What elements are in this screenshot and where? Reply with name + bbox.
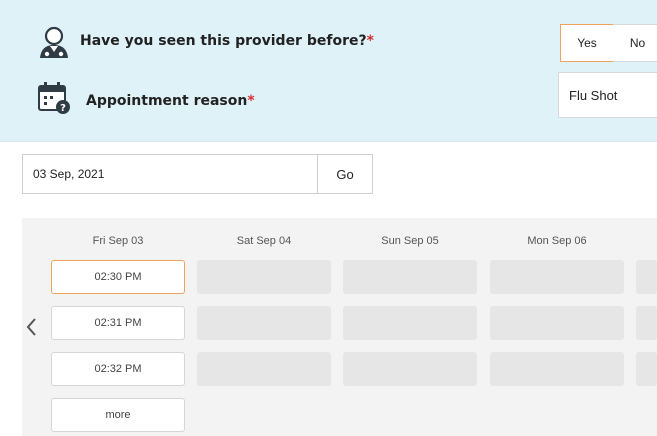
calendar-question-icon: ? — [36, 80, 72, 116]
time-slot-button[interactable]: 02:32 PM — [51, 352, 185, 386]
empty-slot — [636, 306, 657, 340]
yes-button[interactable]: Yes — [560, 24, 614, 62]
empty-slot — [343, 352, 477, 386]
appointment-reason-question: Appointment reason* — [86, 93, 255, 109]
seen-provider-question: Have you seen this provider before?* — [80, 33, 374, 49]
empty-slot — [490, 260, 624, 294]
required-mark: * — [247, 93, 255, 109]
empty-slot — [197, 306, 331, 340]
go-button[interactable]: Go — [317, 154, 373, 194]
appointment-reason-label: Appointment reason — [86, 93, 248, 109]
empty-slot — [636, 260, 657, 294]
date-input[interactable]: 03 Sep, 2021 — [22, 154, 318, 194]
day-header: Fri Sep 03 — [92, 235, 144, 247]
empty-slot — [343, 260, 477, 294]
empty-slot — [197, 352, 331, 386]
empty-slot — [636, 352, 657, 386]
empty-slot — [197, 260, 331, 294]
seen-provider-label: Have you seen this provider before? — [80, 33, 367, 49]
doctor-icon — [36, 24, 72, 60]
empty-slot — [343, 306, 477, 340]
svg-text:?: ? — [60, 103, 66, 114]
day-header: Sun Sep 05 — [381, 235, 439, 247]
more-button[interactable]: more — [51, 398, 185, 432]
day-header: Mon Sep 06 — [527, 235, 587, 247]
empty-slot — [490, 306, 624, 340]
no-button[interactable]: No — [613, 24, 657, 62]
time-slot-button[interactable]: 02:30 PM — [51, 260, 185, 294]
chevron-left-icon[interactable] — [24, 316, 40, 338]
question-panel — [0, 0, 657, 142]
appointment-reason-select[interactable]: Flu Shot — [558, 72, 657, 118]
empty-slot — [490, 352, 624, 386]
day-header: Sat Sep 04 — [236, 235, 292, 247]
required-mark: * — [366, 33, 374, 49]
time-slot-button[interactable]: 02:31 PM — [51, 306, 185, 340]
